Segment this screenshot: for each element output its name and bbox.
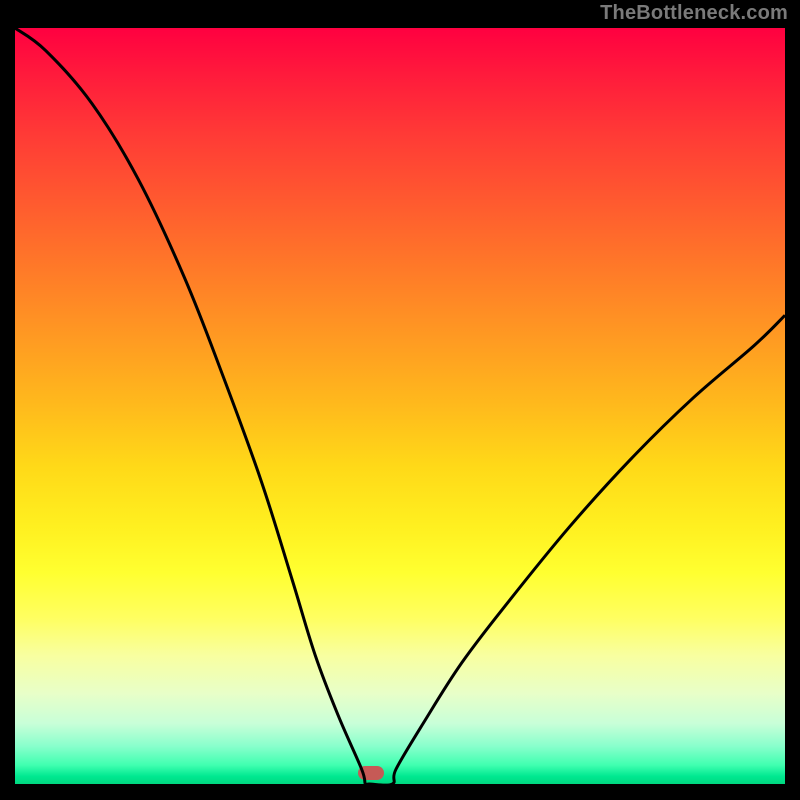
bottleneck-curve-path [15, 28, 785, 784]
chart-frame: TheBottleneck.com [0, 0, 800, 800]
plot-area [15, 28, 785, 784]
bottleneck-curve [15, 28, 785, 784]
watermark-label: TheBottleneck.com [600, 2, 788, 25]
